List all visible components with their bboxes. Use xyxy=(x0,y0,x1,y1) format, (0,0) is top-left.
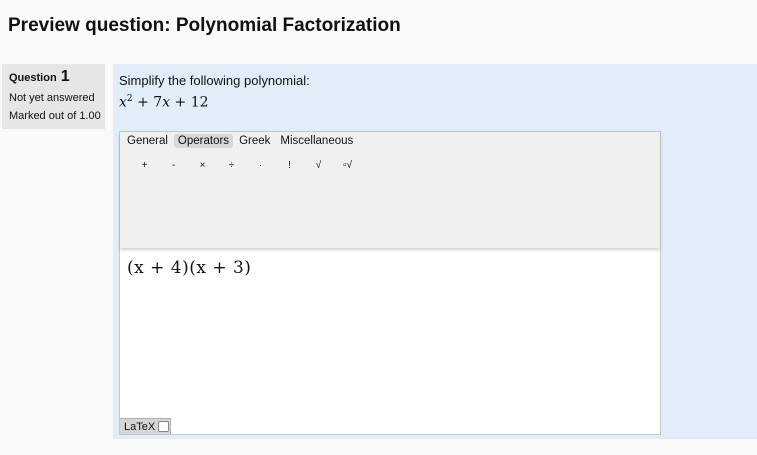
times-operator-button[interactable]: × xyxy=(188,160,217,171)
question-state: Not yet answered xyxy=(9,92,95,104)
question-grade: Marked out of 1.00 xyxy=(9,110,101,122)
formula-base: x xyxy=(119,94,127,111)
polynomial-formula: x2 + 7x + 12 xyxy=(119,94,209,111)
divide-operator-button[interactable]: ÷ xyxy=(217,160,246,171)
minus-operator-button[interactable]: - xyxy=(159,160,188,171)
math-editor[interactable]: General Operators Greek Miscellaneous + … xyxy=(119,131,661,435)
toolbar-tabs: General Operators Greek Miscellaneous xyxy=(123,134,359,148)
factorial-operator-button[interactable]: ! xyxy=(275,160,304,171)
answer-input[interactable]: (x + 4)(x + 3) xyxy=(127,258,251,278)
plus-operator-button[interactable]: + xyxy=(130,160,159,171)
formula-term-2: + 12 xyxy=(170,94,209,111)
question-info-panel: Question 1 Not yet answered Marked out o… xyxy=(2,64,105,129)
latex-checkbox[interactable] xyxy=(158,421,170,432)
formula-var: x xyxy=(162,94,171,111)
sqrt-operator-button[interactable]: √ xyxy=(304,160,333,171)
tab-general[interactable]: General xyxy=(123,134,172,148)
operator-buttons: + - × ÷ · ! √ ▫√ xyxy=(130,160,362,171)
question-label: Question xyxy=(9,72,57,84)
dot-operator-button[interactable]: · xyxy=(246,160,275,171)
nth-root-operator-button[interactable]: ▫√ xyxy=(333,160,362,171)
tab-operators[interactable]: Operators xyxy=(173,134,234,148)
editor-toolbar: General Operators Greek Miscellaneous + … xyxy=(120,132,660,248)
tab-miscellaneous[interactable]: Miscellaneous xyxy=(276,134,357,148)
question-prompt: Simplify the following polynomial: xyxy=(119,73,310,88)
tab-greek[interactable]: Greek xyxy=(235,134,274,148)
question-number: 1 xyxy=(60,68,70,85)
formula-term-1: + 7 xyxy=(132,94,163,111)
latex-label: LaTeX xyxy=(124,420,156,433)
question-number-line: Question 1 xyxy=(9,68,105,86)
question-content: Simplify the following polynomial: x2 + … xyxy=(113,64,757,439)
latex-toggle[interactable]: LaTeX xyxy=(120,418,172,434)
page-title: Preview question: Polynomial Factorizati… xyxy=(8,15,401,36)
